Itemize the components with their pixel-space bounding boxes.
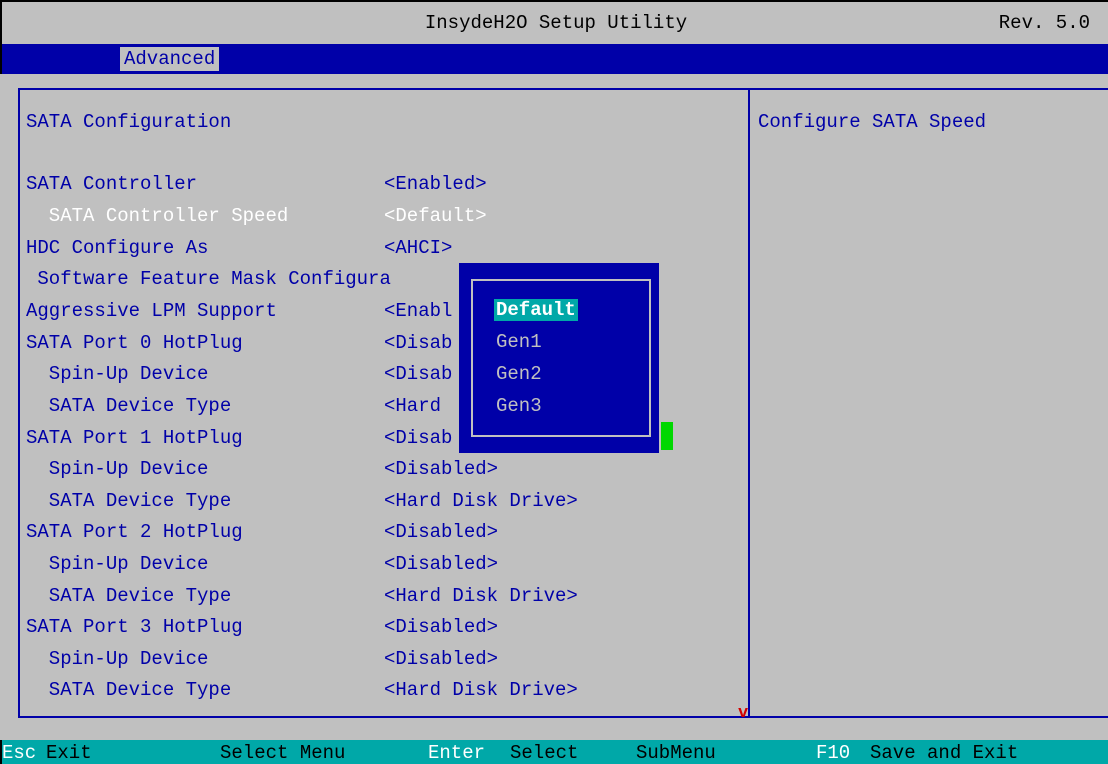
setting-value[interactable]: <Disab bbox=[384, 363, 452, 385]
setting-value[interactable]: <Disabled> bbox=[384, 458, 498, 480]
panel-divider bbox=[748, 88, 750, 718]
setting-value[interactable]: <Disabled> bbox=[384, 521, 498, 543]
status-bar: Esc Exit Select Menu Enter Select SubMen… bbox=[0, 740, 1108, 764]
scroll-down-icon[interactable]: v bbox=[738, 704, 748, 723]
esc-desc: Exit bbox=[46, 742, 92, 764]
page-title: SATA Configuration bbox=[26, 111, 232, 133]
setting-label[interactable]: Spin-Up Device bbox=[26, 648, 209, 670]
esc-key[interactable]: Esc bbox=[2, 742, 36, 764]
setting-label[interactable]: SATA Controller Speed bbox=[26, 205, 288, 227]
setting-label[interactable]: Software Feature Mask Configura bbox=[26, 268, 390, 290]
popup-option-gen3[interactable]: Gen3 bbox=[494, 395, 544, 417]
setting-value[interactable]: <Enabled> bbox=[384, 173, 487, 195]
setting-label[interactable]: SATA Device Type bbox=[26, 490, 231, 512]
setting-value[interactable]: <Disab bbox=[384, 427, 452, 449]
f10-desc: Save and Exit bbox=[870, 742, 1019, 764]
setting-value[interactable]: <Hard Disk Drive> bbox=[384, 679, 578, 701]
setting-label[interactable]: SATA Device Type bbox=[26, 679, 231, 701]
setting-value[interactable]: <Disabled> bbox=[384, 553, 498, 575]
setting-label[interactable]: Aggressive LPM Support bbox=[26, 300, 277, 322]
select-menu-desc: Select Menu bbox=[220, 742, 346, 764]
setting-label[interactable]: SATA Port 3 HotPlug bbox=[26, 616, 243, 638]
setting-label[interactable]: Spin-Up Device bbox=[26, 458, 209, 480]
setting-value[interactable]: <Enabl bbox=[384, 300, 452, 322]
setting-label[interactable]: SATA Port 1 HotPlug bbox=[26, 427, 243, 449]
setting-value[interactable]: <Disabled> bbox=[384, 648, 498, 670]
help-text: Configure SATA Speed bbox=[758, 111, 987, 133]
popup-option-gen2[interactable]: Gen2 bbox=[494, 363, 544, 385]
setting-value[interactable]: <Hard Disk Drive> bbox=[384, 585, 578, 607]
speed-options-popup bbox=[459, 263, 659, 453]
app-title: InsydeH2O Setup Utility bbox=[424, 12, 688, 34]
cursor-block bbox=[661, 422, 673, 450]
popup-option-gen1[interactable]: Gen1 bbox=[494, 331, 544, 353]
setting-label[interactable]: Spin-Up Device bbox=[26, 363, 209, 385]
setting-value[interactable]: <Default> bbox=[384, 205, 487, 227]
setting-label[interactable]: SATA Device Type bbox=[26, 585, 231, 607]
menu-bar: Advanced bbox=[0, 44, 1108, 74]
setting-value[interactable]: <Disab bbox=[384, 332, 452, 354]
popup-option-default[interactable]: Default bbox=[494, 299, 578, 321]
setting-value[interactable]: <Disabled> bbox=[384, 616, 498, 638]
setting-label[interactable]: SATA Controller bbox=[26, 173, 197, 195]
enter-desc: Select bbox=[510, 742, 579, 764]
submenu-desc: SubMenu bbox=[636, 742, 716, 764]
revision-label: Rev. 5.0 bbox=[998, 12, 1090, 34]
setting-value[interactable]: <Hard Disk Drive> bbox=[384, 490, 578, 512]
title-bar: InsydeH2O Setup Utility Rev. 5.0 bbox=[0, 0, 1108, 44]
setting-label[interactable]: SATA Device Type bbox=[26, 395, 231, 417]
f10-key[interactable]: F10 bbox=[816, 742, 850, 764]
setting-label[interactable]: HDC Configure As bbox=[26, 237, 208, 259]
enter-key[interactable]: Enter bbox=[428, 742, 485, 764]
setting-label[interactable]: SATA Port 0 HotPlug bbox=[26, 332, 243, 354]
setting-value[interactable]: <AHCI> bbox=[384, 237, 452, 259]
setting-value[interactable]: <Hard bbox=[384, 395, 441, 417]
tab-advanced[interactable]: Advanced bbox=[120, 47, 220, 71]
setting-label[interactable]: Spin-Up Device bbox=[26, 553, 209, 575]
setting-label[interactable]: SATA Port 2 HotPlug bbox=[26, 521, 243, 543]
